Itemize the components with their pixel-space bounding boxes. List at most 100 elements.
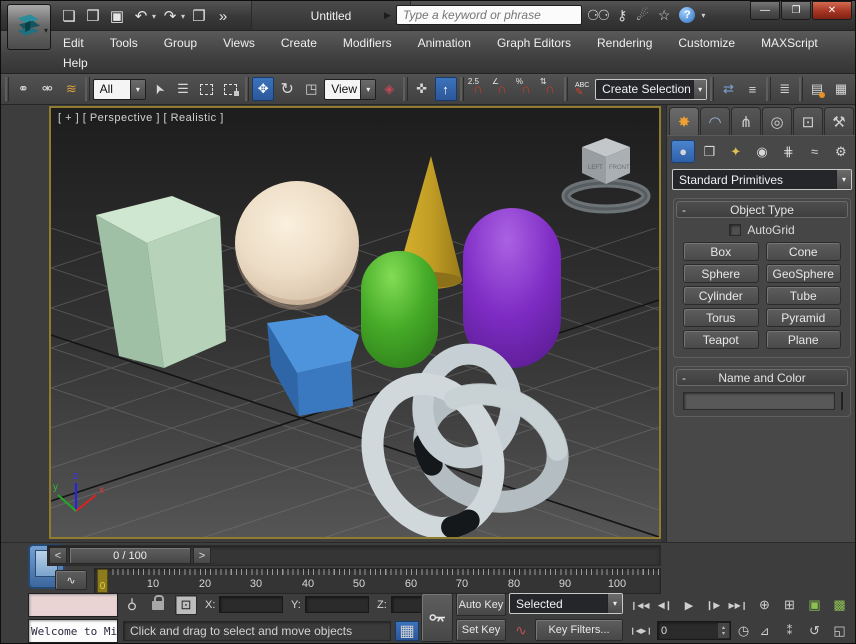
absolute-mode-toggle-icon[interactable]: ⊡	[175, 595, 197, 615]
tab-utilities[interactable]: ⚒	[824, 107, 854, 135]
menu-customize[interactable]: Customize	[678, 36, 735, 50]
undo-button[interactable]: ↶	[131, 5, 151, 27]
capsule-green-object[interactable]	[361, 251, 438, 368]
zoom-all-button[interactable]: ⊞	[779, 595, 800, 615]
geosphere-button[interactable]: GeoSphere	[766, 264, 842, 283]
maximize-viewport-toggle-button[interactable]: ◱	[829, 621, 850, 641]
sign-in-key-icon[interactable]: ⚷	[617, 7, 627, 24]
category-systems[interactable]: ⚙	[829, 140, 853, 163]
track-bar-frame-marker[interactable]: 0	[97, 569, 108, 593]
tab-display[interactable]: ⊡	[793, 107, 823, 135]
favorites-star-icon[interactable]: ☆	[658, 7, 671, 24]
help-button[interactable]: ?	[679, 7, 695, 23]
use-pivot-center-icon[interactable]: ◈	[378, 77, 400, 101]
box-button[interactable]: Box	[683, 242, 759, 261]
spinner-down-icon[interactable]: ▾	[722, 631, 725, 637]
orbit-button[interactable]: ↺	[804, 621, 825, 641]
walk-through-button[interactable]: ⁑	[779, 621, 800, 641]
select-and-move-icon[interactable]: ✥	[252, 77, 274, 101]
collapse-icon[interactable]: -	[677, 203, 691, 217]
flyout-arrow-icon[interactable]: ▶	[384, 10, 391, 21]
previous-frame-button[interactable]: ◀❙	[653, 595, 677, 615]
time-configuration-button[interactable]: ◷	[734, 621, 753, 641]
menu-views[interactable]: Views	[223, 36, 255, 50]
teapot-button[interactable]: Teapot	[683, 330, 759, 349]
viewport-label[interactable]: [ + ] [ Perspective ] [ Realistic ]	[58, 112, 224, 124]
tab-hierarchy[interactable]: ⋔	[731, 107, 761, 135]
bind-to-space-warp-icon[interactable]: ≋	[60, 77, 82, 101]
help-dropdown-icon[interactable]: ▾	[701, 11, 705, 20]
y-coordinate-field[interactable]	[305, 596, 369, 613]
zoom-extents-all-button[interactable]: ▩	[829, 595, 850, 615]
window-crossing-toggle-icon[interactable]	[220, 77, 242, 101]
select-object-icon[interactable]: ➤	[143, 74, 174, 104]
search-input[interactable]	[396, 5, 582, 25]
rendered-frame-window-icon[interactable]: ▦	[830, 77, 852, 101]
category-shapes[interactable]: ❒	[697, 140, 721, 163]
open-mini-curve-editor-button[interactable]: ∿	[55, 570, 87, 590]
menu-group[interactable]: Group	[164, 36, 197, 50]
cone-button[interactable]: Cone	[766, 242, 842, 261]
menu-modifiers[interactable]: Modifiers	[343, 36, 392, 50]
key-mode-toggle-button[interactable]: ❙◀▶❙	[629, 621, 653, 641]
collapse-icon[interactable]: -	[677, 371, 691, 385]
application-menu-button[interactable]: ▾	[7, 4, 51, 50]
communication-center-icon[interactable]: ☄	[636, 7, 649, 24]
named-selection-set-dropdown[interactable]: Create Selection Se ▾	[595, 79, 707, 100]
project-workspace-button[interactable]: ❐	[189, 5, 209, 27]
object-color-swatch[interactable]	[841, 392, 843, 410]
chevron-down-icon[interactable]: ▾	[130, 80, 145, 99]
category-cameras[interactable]: ◉	[750, 140, 774, 163]
menu-tools[interactable]: Tools	[110, 36, 138, 50]
select-and-scale-icon[interactable]: ◳	[300, 77, 322, 101]
selection-lock-icon[interactable]	[152, 601, 164, 610]
reference-coordinate-dropdown[interactable]: View ▾	[324, 79, 376, 100]
manage-layers-icon[interactable]: ≣	[774, 77, 796, 101]
search-icon[interactable]: ⚆⚆	[587, 7, 608, 24]
perspective-viewport[interactable]: LEFT FRONT z x y [ + ] [ Perspective ] […	[49, 106, 661, 539]
chevron-down-icon[interactable]: ▾	[360, 80, 375, 99]
chevron-down-icon[interactable]: ▾	[607, 594, 622, 613]
select-and-manipulate-icon[interactable]: ✜	[411, 77, 433, 101]
undo-dropdown-icon[interactable]: ▾	[152, 12, 156, 21]
percent-snap-toggle-icon[interactable]: %∩	[515, 77, 537, 101]
menu-edit[interactable]: Edit	[63, 36, 84, 50]
sphere-button[interactable]: Sphere	[683, 264, 759, 283]
tab-motion[interactable]: ◎	[762, 107, 792, 135]
category-lights[interactable]: ✦	[724, 140, 748, 163]
toolbar-overflow-button[interactable]: »	[213, 5, 233, 27]
zoom-button[interactable]: ⊕	[754, 595, 775, 615]
spinner-snap-toggle-icon[interactable]: ⇅∩	[539, 77, 561, 101]
menu-maxscript[interactable]: MAXScript	[761, 36, 818, 50]
set-keys-button[interactable]: ⚷	[421, 593, 453, 642]
key-mode-dropdown[interactable]: Selected ▾	[509, 593, 623, 614]
next-frame-arrow[interactable]: >	[193, 547, 211, 564]
play-button[interactable]: ▶	[679, 595, 699, 615]
menu-animation[interactable]: Animation	[418, 36, 471, 50]
key-filters-button[interactable]: Key Filters...	[535, 619, 623, 641]
tab-modify[interactable]: ◠	[700, 107, 730, 135]
primitive-category-dropdown[interactable]: Standard Primitives ▾	[672, 169, 852, 190]
pyramid-button[interactable]: Pyramid	[766, 308, 842, 327]
category-helpers[interactable]: ⋕	[776, 140, 800, 163]
close-button[interactable]: ✕	[812, 1, 852, 20]
edit-named-selection-sets-icon[interactable]: ABC✎	[571, 77, 593, 101]
x-coordinate-field[interactable]	[219, 596, 283, 613]
time-slider-track[interactable]: < 0 / 100 >	[47, 545, 661, 566]
select-by-name-icon[interactable]: ☰	[172, 77, 194, 101]
tab-create[interactable]: ✸	[669, 107, 699, 135]
render-setup-icon[interactable]: ▤	[806, 77, 828, 101]
rectangular-selection-region-icon[interactable]	[196, 77, 218, 101]
chevron-down-icon[interactable]: ▾	[693, 80, 706, 99]
menu-graph-editors[interactable]: Graph Editors	[497, 36, 571, 50]
current-frame-field[interactable]: 0 ▴▾	[657, 621, 731, 640]
category-geometry[interactable]: ●	[671, 140, 695, 163]
name-color-header[interactable]: - Name and Color	[676, 369, 848, 386]
select-and-link-icon[interactable]: ⚭	[12, 77, 34, 101]
set-key-button[interactable]: Set Key	[456, 619, 506, 641]
cylinder-button[interactable]: Cylinder	[683, 286, 759, 305]
next-frame-button[interactable]: ❙▶	[701, 595, 725, 615]
select-and-rotate-icon[interactable]: ↻	[276, 77, 298, 101]
go-to-start-button[interactable]: ❙◀◀	[629, 595, 651, 615]
keyboard-shortcut-override-icon[interactable]: ↑	[435, 77, 457, 101]
